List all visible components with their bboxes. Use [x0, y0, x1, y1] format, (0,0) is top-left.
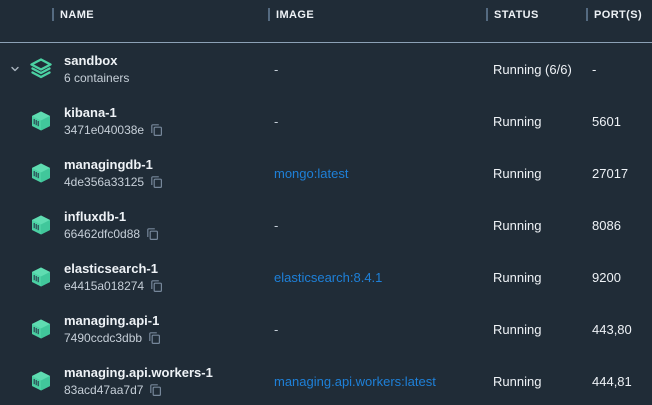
- container-icon: [30, 266, 52, 288]
- table-header: NAME IMAGE STATUS PORT(S): [0, 0, 652, 43]
- name-block: managing.api.workers-1 83acd47aa7d7: [64, 364, 213, 398]
- column-header-name-label: NAME: [60, 9, 94, 21]
- container-icon: [30, 110, 52, 132]
- container-id: 7490ccdc3dbb: [64, 330, 142, 346]
- column-header-status: STATUS: [486, 0, 586, 21]
- container-row[interactable]: managingdb-1 4de356a33125 mongo:latest R…: [0, 147, 652, 199]
- stack-icon: [30, 58, 52, 80]
- image-link[interactable]: mongo:latest: [268, 166, 486, 181]
- name-block: elasticsearch-1 e4415a018274: [64, 260, 163, 294]
- ports-text: 444,81: [586, 374, 652, 389]
- image-cell: -: [268, 114, 486, 129]
- ports-text: 443,80: [586, 322, 652, 337]
- copy-icon[interactable]: [148, 331, 161, 345]
- ports-text: 27017: [586, 166, 652, 181]
- column-divider: [268, 8, 270, 21]
- container-icon: [30, 214, 52, 236]
- status-text: Running: [486, 114, 586, 129]
- image-cell: -: [268, 322, 486, 337]
- status-text: Running: [486, 374, 586, 389]
- name-block: kibana-1 3471e040038e: [64, 104, 163, 138]
- copy-icon[interactable]: [150, 123, 163, 137]
- column-header-image-label: IMAGE: [276, 9, 314, 21]
- table-body: sandbox 6 containers - Running (6/6) -: [0, 43, 652, 405]
- name-block: managing.api-1 7490ccdc3dbb: [64, 312, 161, 346]
- container-row[interactable]: managing.api.workers-1 83acd47aa7d7 mana…: [0, 355, 652, 405]
- column-divider: [52, 8, 54, 21]
- column-header-name: NAME: [0, 0, 268, 21]
- status-text: Running: [486, 218, 586, 233]
- image-link[interactable]: elasticsearch:8.4.1: [268, 270, 486, 285]
- container-name: influxdb-1: [64, 209, 126, 224]
- chevron-down-icon[interactable]: [8, 64, 22, 74]
- container-icon: [30, 370, 52, 392]
- container-icon: [30, 162, 52, 184]
- ports-text: -: [586, 62, 652, 77]
- container-id: 66462dfc0d88: [64, 226, 140, 242]
- status-text: Running: [486, 270, 586, 285]
- copy-icon[interactable]: [150, 279, 163, 293]
- name-cell: managing.api-1 7490ccdc3dbb: [0, 312, 268, 346]
- ports-text: 8086: [586, 218, 652, 233]
- container-id: 4de356a33125: [64, 174, 144, 190]
- status-text: Running: [486, 166, 586, 181]
- container-name: managingdb-1: [64, 157, 153, 172]
- container-name: kibana-1: [64, 105, 117, 120]
- group-row[interactable]: sandbox 6 containers - Running (6/6) -: [0, 43, 652, 95]
- name-block: influxdb-1 66462dfc0d88: [64, 208, 159, 242]
- ports-text: 9200: [586, 270, 652, 285]
- container-name: managing.api-1: [64, 313, 159, 328]
- image-link[interactable]: managing.api.workers:latest: [268, 374, 486, 389]
- container-row[interactable]: kibana-1 3471e040038e - Running 5601: [0, 95, 652, 147]
- name-block: sandbox 6 containers: [64, 52, 129, 86]
- container-icon: [30, 318, 52, 340]
- column-header-image: IMAGE: [268, 0, 486, 21]
- image-cell: -: [268, 62, 486, 77]
- ports-text: 5601: [586, 114, 652, 129]
- group-containers-count: 6 containers: [64, 70, 129, 86]
- column-header-ports-label: PORT(S): [594, 9, 642, 21]
- container-row[interactable]: elasticsearch-1 e4415a018274 elasticsear…: [0, 251, 652, 303]
- name-cell: managingdb-1 4de356a33125: [0, 156, 268, 190]
- container-row[interactable]: influxdb-1 66462dfc0d88 - Running 8086: [0, 199, 652, 251]
- name-cell: kibana-1 3471e040038e: [0, 104, 268, 138]
- container-name: elasticsearch-1: [64, 261, 158, 276]
- container-id: 3471e040038e: [64, 122, 144, 138]
- column-divider: [586, 8, 588, 21]
- name-cell: elasticsearch-1 e4415a018274: [0, 260, 268, 294]
- image-cell: -: [268, 218, 486, 233]
- status-text: Running: [486, 322, 586, 337]
- column-header-ports: PORT(S): [586, 0, 652, 21]
- column-divider: [486, 8, 488, 21]
- container-id: e4415a018274: [64, 278, 144, 294]
- container-row[interactable]: managing.api-1 7490ccdc3dbb - Running 44…: [0, 303, 652, 355]
- copy-icon[interactable]: [146, 227, 159, 241]
- column-header-status-label: STATUS: [494, 9, 539, 21]
- name-block: managingdb-1 4de356a33125: [64, 156, 163, 190]
- name-cell: managing.api.workers-1 83acd47aa7d7: [0, 364, 268, 398]
- name-cell: influxdb-1 66462dfc0d88: [0, 208, 268, 242]
- containers-table: NAME IMAGE STATUS PORT(S): [0, 0, 652, 405]
- copy-icon[interactable]: [149, 383, 162, 397]
- container-name: managing.api.workers-1: [64, 365, 213, 380]
- name-cell: sandbox 6 containers: [0, 52, 268, 86]
- status-text: Running (6/6): [486, 62, 586, 77]
- copy-icon[interactable]: [150, 175, 163, 189]
- container-id: 83acd47aa7d7: [64, 382, 143, 398]
- group-name: sandbox: [64, 53, 117, 68]
